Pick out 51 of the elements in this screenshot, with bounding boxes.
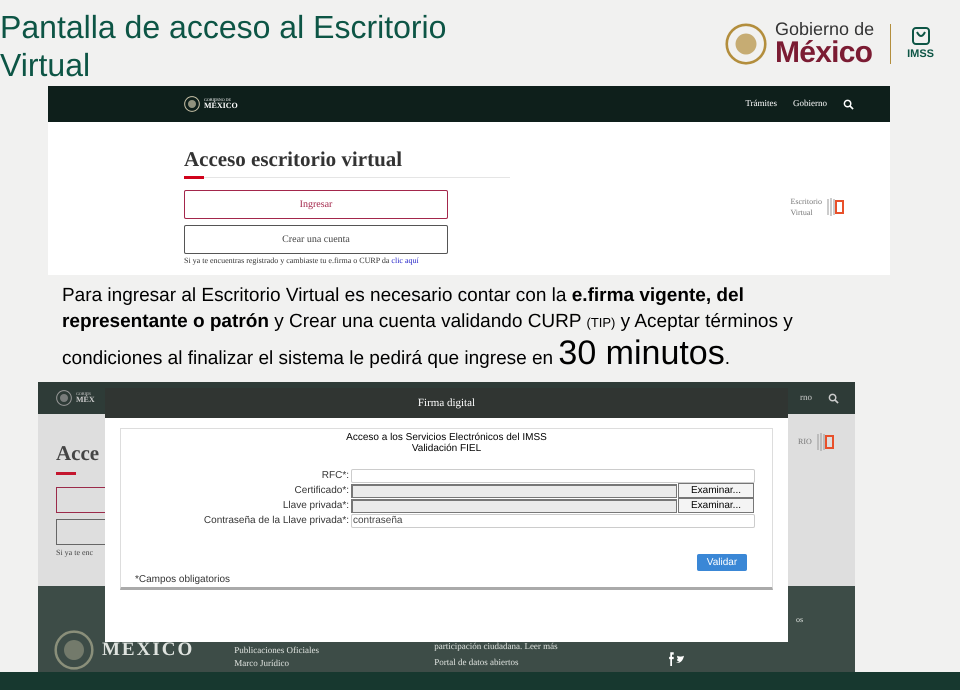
field-label: Certificado*: [294, 484, 350, 498]
file-field[interactable] [351, 498, 677, 512]
search-icon[interactable] [828, 392, 839, 404]
nav-link[interactable]: Trámites [745, 97, 777, 111]
logo-text: México [775, 38, 874, 68]
page-heading: Acce [56, 440, 100, 467]
field-label: Llave privada*: [282, 499, 350, 513]
field-label: RFC*: [320, 469, 350, 483]
heading-underline [56, 472, 76, 474]
emblem-icon [56, 390, 72, 406]
note-text: Si ya te encuentras registrado y cambiaste tu e.firma o CURP da clic aquí [184, 255, 420, 267]
app-logo-text: Escritorio [790, 196, 822, 206]
page-heading: Acceso escritorio virtual [184, 146, 404, 172]
field-label: Contraseña de la Llave privada*: [202, 514, 350, 528]
footer-brand: MÉXICO [102, 638, 194, 662]
footer-text: os [796, 615, 804, 624]
slide-title: Pantalla de acceso al Escritorio Virtual [0, 8, 448, 84]
app-logo-text: RIO [798, 436, 812, 448]
input-field[interactable]: contraseña [351, 514, 755, 528]
app-logo-icon [826, 196, 844, 216]
footnote-text: *Campos obligatorios [135, 573, 232, 587]
footer-text: participación ciudadana. Leer más [434, 640, 559, 653]
login-button[interactable]: Ingresar [184, 190, 448, 219]
nav-link[interactable]: rno [800, 391, 812, 405]
search-icon[interactable] [843, 98, 854, 110]
logo-text: Gobierno de [775, 20, 874, 38]
validate-button[interactable]: Validar [697, 554, 747, 571]
dialog-title: Firma digital [105, 388, 788, 418]
create-account-button[interactable]: Crear una cuenta [184, 225, 448, 254]
brand-text: MÉX [76, 396, 95, 404]
emblem-icon [184, 96, 200, 112]
app-logo-text: Virtual [790, 206, 814, 218]
brand-text: MÉXICO [204, 102, 238, 110]
input-field[interactable] [351, 468, 755, 482]
file-field[interactable] [351, 484, 677, 498]
form-heading: Acceso a los Servicios Electrónicos del IMSS [345, 432, 548, 443]
form-heading: Validación FIEL [410, 443, 482, 454]
description-text: Para ingresar al Escritorio Virtual es necesario contar con la e.firma vigente, del representante o patrón y Crear una cuenta validando CURP (TIP) y Aceptar términos y condiciones al finalizar el sistema le pedirá que ingrese en 30 minutos. [62, 284, 794, 372]
note-text: Si ya te enc [56, 546, 94, 558]
emblem-icon [725, 23, 768, 65]
footer-link[interactable]: Publicaciones Oficiales [234, 644, 394, 657]
footer-link[interactable]: Marco Jurídico [234, 657, 394, 670]
browse-button[interactable]: Examinar... [678, 498, 754, 513]
link[interactable]: clic aquí [391, 256, 419, 265]
browse-button[interactable]: Examinar... [678, 483, 754, 498]
emblem-icon [54, 630, 94, 670]
app-logo-icon [816, 432, 834, 452]
logo-text: IMSS [907, 46, 934, 62]
heading-underline [184, 176, 204, 179]
footer-link[interactable]: Portal de datos abiertos [434, 654, 624, 670]
nav-link[interactable]: Gobierno [793, 97, 827, 111]
